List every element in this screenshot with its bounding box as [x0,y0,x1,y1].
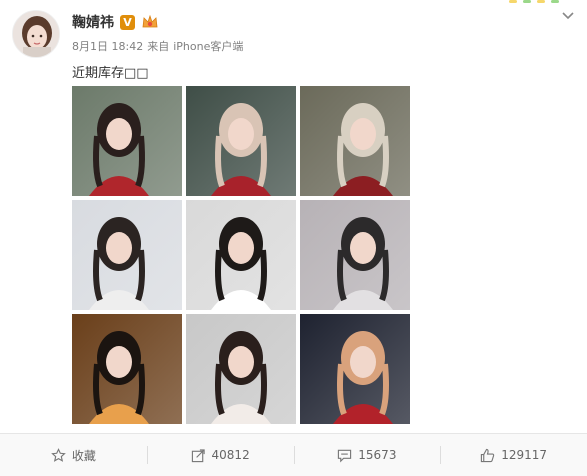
photo-image [300,200,410,310]
favorite-button[interactable]: 收藏 [0,434,147,476]
photo-image [72,200,182,310]
thumbs-up-icon [481,448,495,462]
member-crown-icon[interactable] [141,14,159,30]
photo-thumbnail[interactable] [300,200,410,310]
photo-image [186,86,296,196]
photo-image [300,314,410,424]
photo-image [300,86,410,196]
favorite-label: 收藏 [71,448,96,463]
post-meta: 8月1日 18:42 来自 iPhone客户端 [72,38,243,54]
share-icon [191,448,205,462]
photo-thumbnail[interactable] [72,200,182,310]
repost-button[interactable]: 40812 [146,434,294,476]
comment-count: 15673 [358,448,397,462]
username-link[interactable]: 鞠婧祎 [72,12,114,32]
avatar[interactable] [12,10,60,58]
photo-thumbnail[interactable] [186,200,296,310]
star-icon [51,447,66,462]
photo-thumbnail[interactable] [186,86,296,196]
chevron-down-icon[interactable] [561,8,575,22]
photo-grid [72,86,410,424]
comment-button[interactable]: 15673 [293,434,441,476]
weibo-post-card: 鞠婧祎 V 8月1日 18:42 来自 iPhone客户端 近期库存□□ 收藏 … [0,0,587,476]
photo-image [72,86,182,196]
repost-count: 40812 [211,448,250,462]
source-prefix: 来自 [147,40,170,53]
photo-thumbnail[interactable] [186,314,296,424]
top-decoration [509,0,559,3]
photo-thumbnail[interactable] [300,86,410,196]
photo-thumbnail[interactable] [72,86,182,196]
source-client-link[interactable]: iPhone客户端 [173,38,243,54]
author-line: 鞠婧祎 V [72,12,159,32]
photo-thumbnail[interactable] [300,314,410,424]
like-count: 129117 [501,448,548,462]
like-button[interactable]: 129117 [440,434,587,476]
post-text: 近期库存□□ [72,66,149,81]
photo-thumbnail[interactable] [72,314,182,424]
action-bar: 收藏 40812 15673 129117 [0,433,587,476]
photo-image [72,314,182,424]
verified-badge[interactable]: V [120,14,135,30]
photo-image [186,200,296,310]
comment-icon [338,449,352,462]
timestamp-link[interactable]: 8月1日 18:42 [72,38,143,54]
photo-image [186,314,296,424]
